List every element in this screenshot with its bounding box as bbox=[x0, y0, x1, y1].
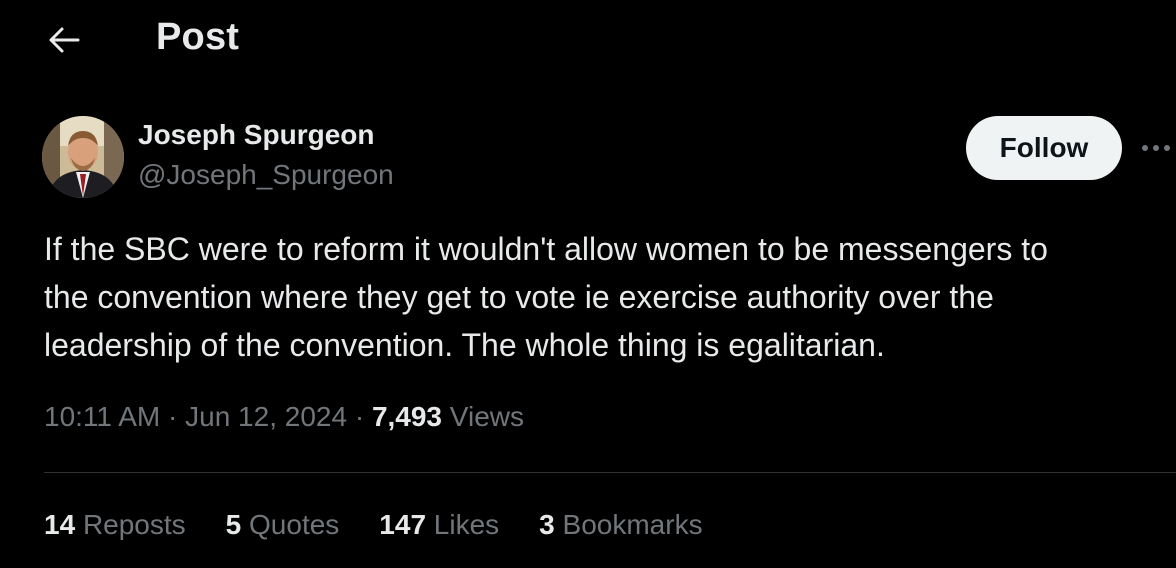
more-horizontal-icon bbox=[1142, 145, 1170, 151]
arrow-left-icon bbox=[49, 27, 80, 53]
post-page: Post Joseph Spurgeon @Joseph_Spurgeon Fo… bbox=[0, 0, 1176, 568]
reposts-stat[interactable]: 14 Reposts bbox=[44, 509, 186, 541]
page-title: Post bbox=[156, 16, 240, 58]
meta-separator: · bbox=[354, 401, 365, 432]
author-handle[interactable]: @Joseph_Spurgeon bbox=[138, 159, 394, 191]
engagement-stats: 14 Reposts 5 Quotes 147 Likes 3 Bookmark… bbox=[44, 509, 743, 541]
quotes-count: 5 bbox=[225, 509, 242, 540]
more-options-button[interactable] bbox=[1138, 134, 1174, 162]
quotes-stat[interactable]: 5 Quotes bbox=[226, 509, 340, 541]
views-label: Views bbox=[449, 401, 524, 432]
likes-count: 147 bbox=[379, 509, 427, 540]
likes-label: Likes bbox=[433, 509, 500, 540]
follow-button[interactable]: Follow bbox=[966, 116, 1122, 180]
post-date[interactable]: Jun 12, 2024 bbox=[185, 401, 347, 432]
bookmarks-count: 3 bbox=[539, 509, 555, 540]
avatar[interactable] bbox=[42, 116, 124, 198]
reposts-count: 14 bbox=[44, 509, 76, 540]
quotes-label: Quotes bbox=[249, 509, 340, 540]
author-display-name[interactable]: Joseph Spurgeon bbox=[138, 119, 374, 151]
post-time[interactable]: 10:11 AM bbox=[44, 401, 160, 432]
bookmarks-stat[interactable]: 3 Bookmarks bbox=[539, 509, 702, 541]
profile-photo bbox=[42, 116, 124, 198]
post-metadata: 10:11 AM · Jun 12, 2024 · 7,493 Views bbox=[44, 401, 524, 433]
likes-stat[interactable]: 147 Likes bbox=[379, 509, 499, 541]
reposts-label: Reposts bbox=[82, 509, 186, 540]
post-text: If the SBC were to reform it wouldn't al… bbox=[44, 231, 1048, 363]
views-count: 7,493 bbox=[371, 401, 443, 432]
meta-separator: · bbox=[168, 401, 178, 432]
divider bbox=[44, 472, 1176, 473]
bookmarks-label: Bookmarks bbox=[562, 509, 703, 540]
back-button[interactable] bbox=[44, 22, 84, 58]
